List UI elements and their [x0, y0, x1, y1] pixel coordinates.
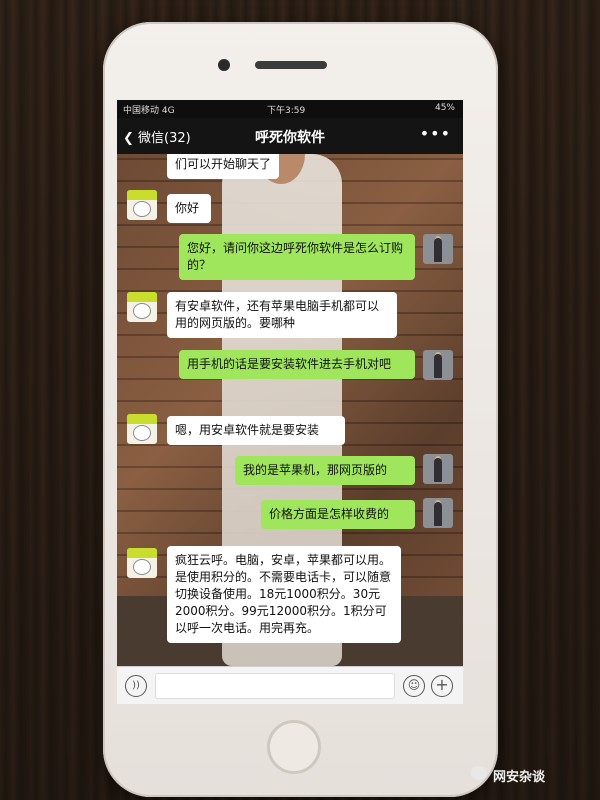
contact-avatar[interactable] [127, 414, 157, 444]
user-avatar[interactable] [423, 350, 453, 380]
input-bar: )) ☺ + [117, 666, 463, 704]
home-button[interactable] [267, 720, 321, 774]
voice-icon[interactable]: )) [125, 675, 147, 697]
battery-level: 45% [434, 103, 455, 113]
chat-area: 们可以开始聊天了 你好 您好，请问你这边呼死你软件是怎么订购的？ 有安卓软件，还… [117, 154, 463, 666]
front-camera [218, 59, 230, 71]
message-bubble[interactable]: 疯狂云呼。电脑，安卓，苹果都可以用。是使用积分的。不需要电话卡，可以随意切换设备… [167, 546, 401, 643]
emoji-icon[interactable]: ☺ [403, 675, 425, 697]
phone-screen: 中国移动 4G 下午3:59 45% ❮ 微信(32) 呼死你软件 ••• 们可… [117, 100, 463, 704]
contact-avatar[interactable] [127, 548, 157, 578]
watermark: 网安杂谈 [471, 766, 546, 785]
status-bar: 中国移动 4G 下午3:59 45% [117, 100, 463, 118]
message-bubble[interactable]: 嗯，用安卓软件就是要安装 [167, 416, 345, 445]
chat-header: ❮ 微信(32) 呼死你软件 ••• [117, 118, 463, 154]
message-input[interactable] [155, 673, 395, 699]
chat-title: 呼死你软件 [255, 130, 325, 146]
user-avatar[interactable] [423, 498, 453, 528]
user-avatar[interactable] [423, 454, 453, 484]
message-bubble[interactable]: 有安卓软件，还有苹果电脑手机都可以用的网页版的。要哪种 [167, 292, 397, 338]
message-bubble[interactable]: 我的是苹果机，那网页版的 [235, 456, 415, 485]
message-bubble[interactable]: 用手机的话是要安装软件进去手机对吧 [179, 350, 415, 379]
user-avatar[interactable] [423, 234, 453, 264]
message-bubble[interactable]: 您好，请问你这边呼死你软件是怎么订购的？ [179, 234, 415, 280]
wechat-logo-icon [471, 766, 487, 780]
watermark-text: 网安杂谈 [493, 770, 546, 785]
earpiece-speaker [255, 61, 327, 69]
carrier-label: 中国移动 4G [123, 106, 175, 116]
status-time: 下午3:59 [267, 106, 306, 116]
message-bubble[interactable]: 们可以开始聊天了 [167, 154, 279, 179]
message-bubble[interactable]: 价格方面是怎样收费的 [261, 500, 415, 529]
more-options-icon[interactable]: ••• [420, 124, 451, 143]
contact-avatar[interactable] [127, 190, 157, 220]
message-bubble[interactable]: 你好 [167, 194, 211, 223]
contact-avatar[interactable] [127, 292, 157, 322]
plus-icon[interactable]: + [431, 675, 453, 697]
